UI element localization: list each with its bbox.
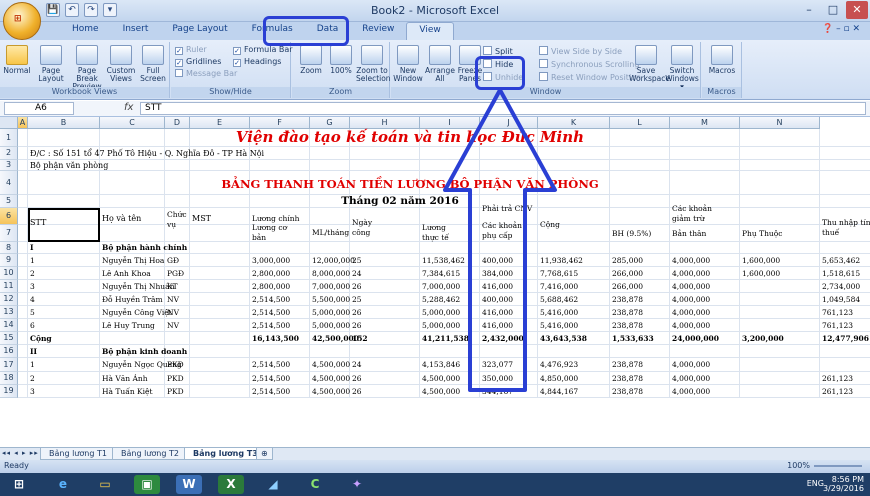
status-ready: Ready	[4, 461, 29, 470]
arrow-shape	[443, 88, 557, 392]
status-bar: Ready 100%	[0, 460, 870, 473]
excel-icon[interactable]: X	[218, 475, 244, 494]
file-explorer-icon[interactable]: ▭	[92, 475, 118, 494]
tray-language[interactable]: ENG	[807, 479, 824, 488]
excel-window: 💾 ↶ ↷ ▾ Book2 - Microsoft Excel – □ ✕ ⊞ …	[0, 0, 870, 496]
zoom-level[interactable]: 100%	[787, 461, 810, 470]
tray-clock[interactable]: 8:56 PM 3/29/2016	[823, 475, 864, 493]
taskbar: ⊞ e ▭ ▣ W X ◢ C ✦ ENG 8:56 PM 3/29/2016	[0, 473, 870, 496]
office-logo-icon: ⊞	[14, 14, 22, 24]
office-button[interactable]: ⊞	[3, 2, 41, 40]
ie-browser-icon[interactable]: e	[50, 475, 76, 494]
sheet-tab-t3[interactable]: Bảng lương T3	[184, 448, 267, 460]
app2-icon[interactable]: ✦	[344, 475, 370, 494]
sheet-tab-bar: ◂◂ ◂ ▸ ▸▸ Bảng lương T1 Bảng lương T2 Bả…	[0, 447, 870, 460]
store-icon[interactable]: ▣	[134, 475, 160, 494]
windows-start-icon[interactable]: ⊞	[6, 475, 32, 494]
sheet-tab-t2[interactable]: Bảng lương T2	[112, 448, 188, 460]
insert-sheet-icon[interactable]: ⊕	[256, 448, 273, 460]
coccoc-icon[interactable]: C	[302, 475, 328, 494]
app-icon[interactable]: ◢	[260, 475, 286, 494]
word-icon[interactable]: W	[176, 475, 202, 494]
sheet-nav-arrows[interactable]: ◂◂ ◂ ▸ ▸▸	[2, 449, 39, 457]
sheet-tab-t1[interactable]: Bảng lương T1	[40, 448, 116, 460]
zoom-slider[interactable]	[814, 465, 862, 467]
annotation-arrow	[443, 88, 557, 392]
